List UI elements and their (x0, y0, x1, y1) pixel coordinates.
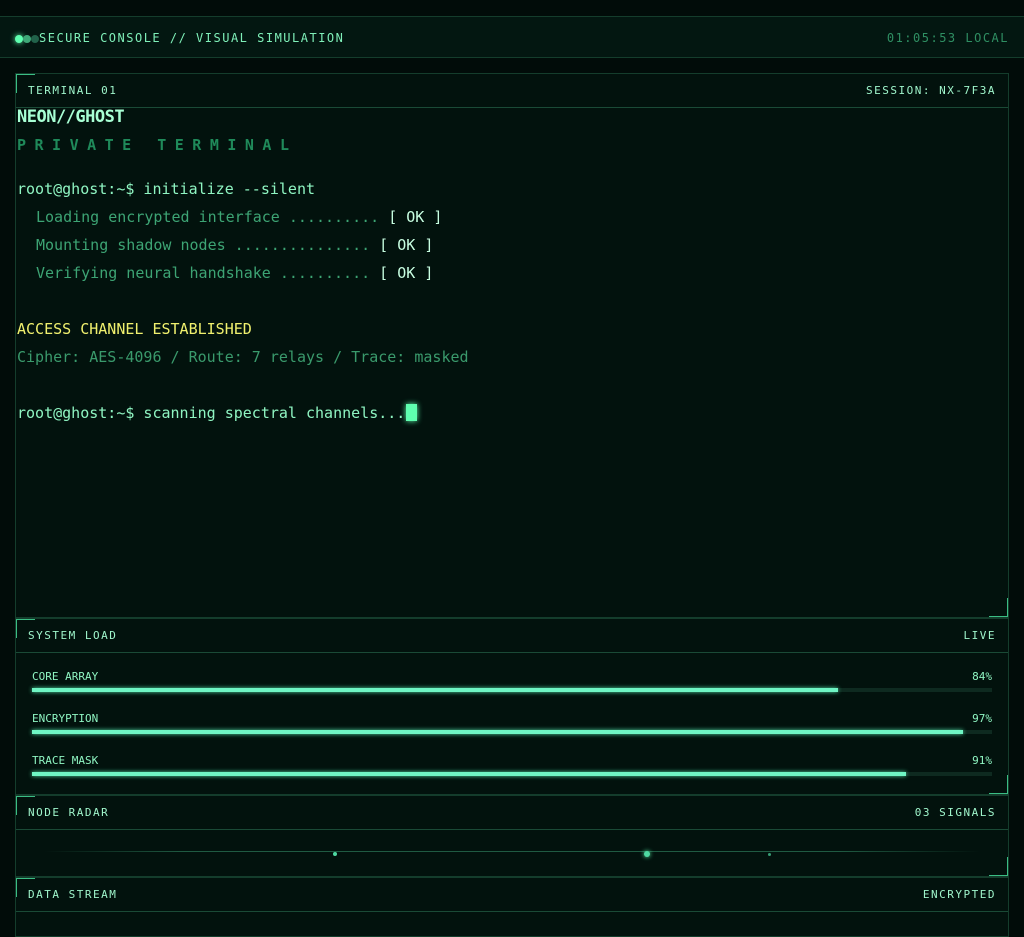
status-dot-icon (23, 35, 31, 43)
node-radar-panel: NODE RADAR 03 SIGNALS (15, 795, 1009, 877)
meter-label: CORE ARRAY (32, 670, 99, 683)
data-stream-label: DATA STREAM (28, 888, 118, 901)
meter-track (32, 688, 992, 692)
cipher-info: Cipher: AES-4096 / Route: 7 relays / Tra… (17, 348, 469, 366)
meter-label: TRACE MASK (32, 754, 99, 767)
encryption-badge: ENCRYPTED (922, 888, 996, 901)
check-status: [ OK ] (379, 236, 434, 254)
signal-blip-icon (644, 851, 650, 857)
access-status: ACCESS CHANNEL ESTABLISHED (17, 320, 252, 338)
session-id: SESSION: NX-7F3A (866, 84, 996, 97)
terminal-header: TERMINAL 01 SESSION: NX-7F3A (16, 74, 1008, 108)
signal-blip-icon (768, 853, 771, 856)
command-line[interactable]: root@ghost:~$ scanning spectral channels… (17, 404, 418, 422)
command-text: root@ghost:~$ scanning spectral channels… (17, 404, 406, 422)
meter-fill (32, 688, 839, 692)
status-dot-icon (31, 35, 39, 43)
meter-trace-mask: TRACE MASK 91% (32, 754, 992, 784)
corner-bracket-icon (989, 598, 1008, 617)
top-bar: SECURE CONSOLE // VISUAL SIMULATION 01:0… (0, 16, 1024, 58)
check-text: Loading encrypted interface .......... (36, 208, 380, 226)
check-status: [ OK ] (388, 208, 443, 226)
check-status: [ OK ] (379, 264, 434, 282)
meter-value: 84% (972, 670, 992, 683)
meter-track (32, 730, 992, 734)
check-line: Loading encrypted interface .......... [… (36, 208, 442, 226)
meter-core-array: CORE ARRAY 84% (32, 670, 992, 700)
terminal-subtitle: PRIVATE TERMINAL (17, 136, 298, 154)
live-badge: LIVE (963, 629, 996, 642)
app-title: SECURE CONSOLE // VISUAL SIMULATION (39, 31, 345, 45)
meter-value: 97% (972, 712, 992, 725)
check-line: Verifying neural handshake .......... [ … (36, 264, 433, 282)
meter-fill (32, 730, 964, 734)
local-clock: 01:05:53 LOCAL (886, 31, 1009, 45)
system-load-panel: SYSTEM LOAD LIVE CORE ARRAY 84% ENCRYPTI… (15, 618, 1009, 795)
system-load-label: SYSTEM LOAD (28, 629, 118, 642)
terminal-title: NEON//GHOST (17, 107, 125, 127)
system-load-header: SYSTEM LOAD LIVE (16, 619, 1008, 653)
node-radar-label: NODE RADAR (28, 806, 110, 819)
meter-fill (32, 772, 906, 776)
terminal-label: TERMINAL 01 (28, 84, 118, 97)
corner-bracket-icon (989, 857, 1008, 876)
meter-track (32, 772, 992, 776)
meter-value: 91% (972, 754, 992, 767)
command-line: root@ghost:~$ initialize --silent (17, 180, 316, 198)
signal-count: 03 SIGNALS (914, 806, 996, 819)
node-radar-header: NODE RADAR 03 SIGNALS (16, 796, 1008, 830)
meter-encryption: ENCRYPTION 97% (32, 712, 992, 742)
meter-label: ENCRYPTION (32, 712, 99, 725)
radar-scan-line (44, 851, 980, 852)
data-stream-panel: DATA STREAM ENCRYPTED (15, 877, 1009, 937)
terminal-panel[interactable]: TERMINAL 01 SESSION: NX-7F3A NEON//GHOST… (15, 73, 1009, 618)
data-stream-header: DATA STREAM ENCRYPTED (16, 878, 1008, 912)
check-text: Mounting shadow nodes ............... (36, 236, 371, 254)
signal-blip-icon (333, 852, 337, 856)
cursor-icon (406, 404, 418, 421)
check-line: Mounting shadow nodes ............... [ … (36, 236, 433, 254)
check-text: Verifying neural handshake .......... (36, 264, 371, 282)
status-dot-icon (15, 35, 23, 43)
